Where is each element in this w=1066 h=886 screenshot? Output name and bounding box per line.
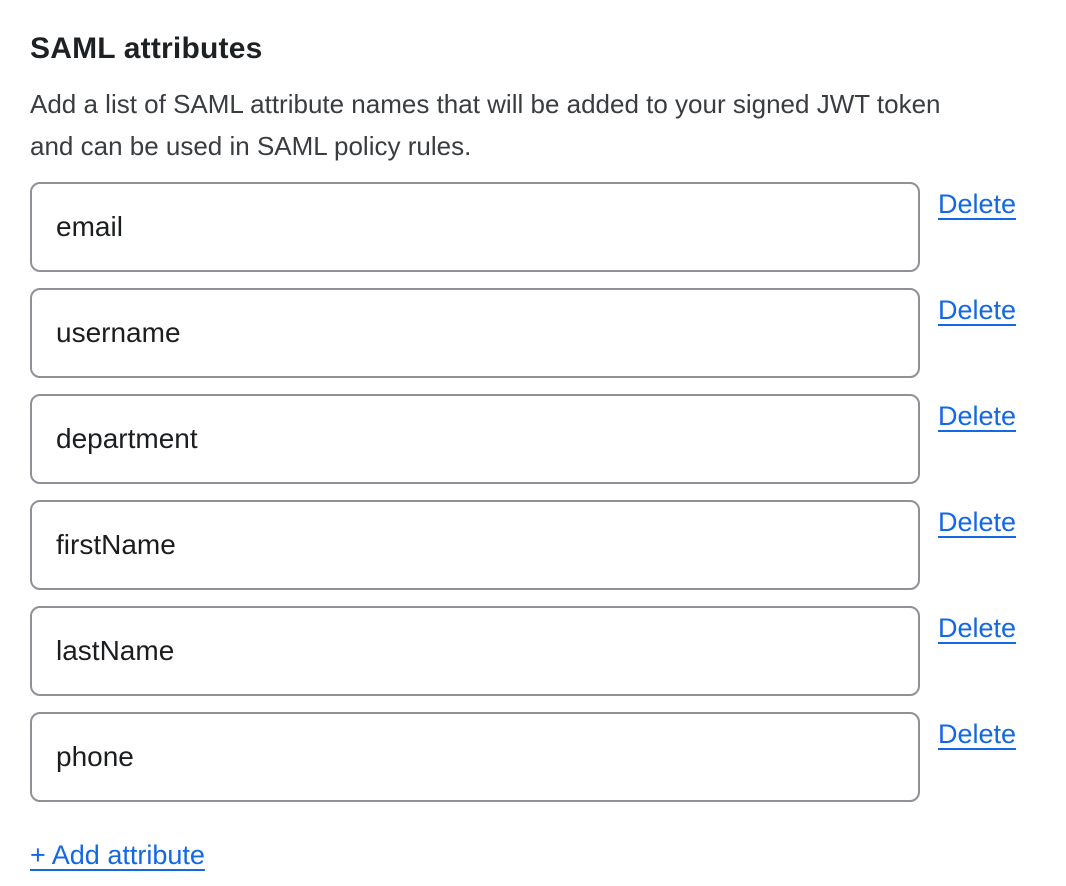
saml-attributes-section: SAML attributes Add a list of SAML attri… — [0, 0, 1066, 871]
delete-link-firstname[interactable]: Delete — [938, 507, 1016, 538]
attribute-row: Delete — [30, 712, 1036, 802]
attribute-row: Delete — [30, 500, 1036, 590]
attribute-input-email[interactable] — [30, 182, 920, 272]
attribute-row: Delete — [30, 182, 1036, 272]
attribute-row: Delete — [30, 606, 1036, 696]
page-title: SAML attributes — [30, 32, 1036, 66]
add-attribute-link[interactable]: + Add attribute — [30, 840, 205, 871]
attribute-input-phone[interactable] — [30, 712, 920, 802]
delete-link-department[interactable]: Delete — [938, 401, 1016, 432]
attribute-row: Delete — [30, 394, 1036, 484]
attribute-input-username[interactable] — [30, 288, 920, 378]
delete-link-phone[interactable]: Delete — [938, 719, 1016, 750]
attribute-input-firstname[interactable] — [30, 500, 920, 590]
description-line-1: Add a list of SAML attribute names that … — [30, 83, 1036, 125]
delete-link-email[interactable]: Delete — [938, 189, 1016, 220]
delete-link-username[interactable]: Delete — [938, 295, 1016, 326]
attribute-row: Delete — [30, 288, 1036, 378]
attribute-input-department[interactable] — [30, 394, 920, 484]
section-description: Add a list of SAML attribute names that … — [30, 83, 1036, 167]
attribute-input-lastname[interactable] — [30, 606, 920, 696]
delete-link-lastname[interactable]: Delete — [938, 613, 1016, 644]
description-line-2: and can be used in SAML policy rules. — [30, 125, 1036, 167]
